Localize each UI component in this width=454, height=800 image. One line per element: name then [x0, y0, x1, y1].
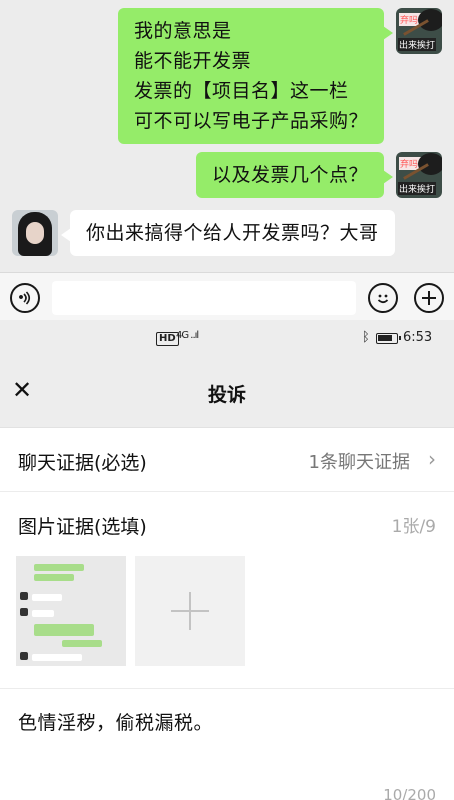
chat-evidence-label: 聊天证据(必选): [18, 452, 147, 474]
character-counter: 10/200: [383, 786, 436, 800]
complaint-description-input[interactable]: 色情淫秽，偷税漏税。: [18, 708, 213, 735]
message-line: 发票的【项目名】这一栏: [133, 80, 349, 102]
message-bubble[interactable]: 你出来搞得个给人开发票吗？大哥: [61, 210, 395, 256]
sticker-bottom-text: 出来挨打: [398, 38, 437, 51]
avatar[interactable]: [12, 210, 58, 256]
chat-input-bar: [0, 272, 454, 320]
voice-icon[interactable]: [10, 283, 40, 313]
chat-message-outgoing: 以及发票几个点？ 弃吗？ 出来挨打: [195, 152, 442, 198]
battery-fill: [378, 335, 392, 341]
page-title: 投诉: [207, 384, 246, 406]
signal-icon: 4G ..ıl: [176, 330, 199, 341]
bluetooth-icon: ᛒ: [362, 330, 370, 345]
emoji-icon[interactable]: [368, 283, 398, 313]
pan-icon: [418, 9, 442, 31]
chat-message-outgoing: 我的意思是 能不能开发票 发票的【项目名】这一栏 可不可以写电子产品采购？ 弃吗…: [117, 8, 442, 144]
complaint-screen: HD 4G ..ıl ᛒ 6:53 ✕ 投诉 聊天证据(必选) 1条聊天证据 ›…: [0, 320, 454, 800]
chat-evidence-value: 1条聊天证据: [308, 452, 410, 473]
clock: 6:53: [403, 330, 433, 345]
chat-evidence-row[interactable]: 聊天证据(必选) 1条聊天证据 ›: [0, 428, 454, 492]
message-input[interactable]: [52, 281, 356, 315]
message-line: 能不能开发票: [133, 50, 251, 72]
divider: [0, 688, 454, 689]
evidence-thumbnail[interactable]: [16, 556, 126, 666]
message-line: 我的意思是: [133, 20, 232, 42]
plus-icon[interactable]: [414, 283, 444, 313]
chat-message-incoming: 你出来搞得个给人开发票吗？大哥: [12, 210, 395, 256]
message-bubble[interactable]: 以及发票几个点？: [195, 152, 394, 198]
sticker-bottom-text: 出来挨打: [398, 182, 437, 195]
avatar[interactable]: 弃吗？ 出来挨打: [396, 8, 442, 54]
pan-icon: [418, 153, 442, 175]
image-count: 1张/9: [391, 517, 436, 537]
chat-view: 我的意思是 能不能开发票 发票的【项目名】这一栏 可不可以写电子产品采购？ 弃吗…: [0, 0, 454, 272]
battery-icon: [376, 333, 401, 344]
message-text: 你出来搞得个给人开发票吗？大哥: [86, 222, 379, 244]
message-bubble[interactable]: 我的意思是 能不能开发票 发票的【项目名】这一栏 可不可以写电子产品采购？: [117, 8, 394, 144]
message-line: 可不可以写电子产品采购？: [133, 110, 368, 132]
image-evidence-label: 图片证据(选填): [18, 516, 147, 538]
chevron-right-icon: ›: [428, 447, 436, 471]
status-bar: HD 4G ..ıl ᛒ 6:53: [0, 320, 454, 356]
avatar[interactable]: 弃吗？ 出来挨打: [396, 152, 442, 198]
message-text: 以及发票几个点？: [211, 164, 368, 186]
add-image-button[interactable]: [135, 556, 245, 666]
title-bar: ✕ 投诉: [0, 356, 454, 428]
image-evidence-row: 图片证据(选填) 1张/9: [0, 492, 454, 556]
